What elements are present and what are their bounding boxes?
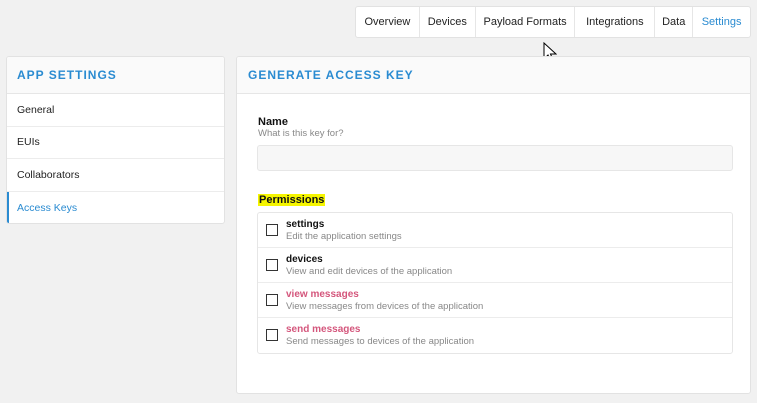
sidebar-item-general[interactable]: General <box>7 94 224 127</box>
tab-payload-formats[interactable]: Payload Formats <box>476 7 576 37</box>
tab-settings[interactable]: Settings <box>693 7 750 37</box>
tab-devices[interactable]: Devices <box>420 7 476 37</box>
permissions-heading: Permissions <box>258 194 326 206</box>
permission-description: View messages from devices of the applic… <box>286 301 484 312</box>
permission-send-messages[interactable]: send messages Send messages to devices o… <box>258 318 732 353</box>
permission-devices[interactable]: devices View and edit devices of the app… <box>258 248 732 283</box>
tab-integrations[interactable]: Integrations <box>575 7 656 37</box>
top-tabs: Overview Devices Payload Formats Integra… <box>355 6 751 38</box>
name-help-text: What is this key for? <box>258 128 344 139</box>
tab-overview[interactable]: Overview <box>356 7 420 37</box>
permission-send-messages-checkbox[interactable] <box>266 329 278 341</box>
permission-description: Edit the application settings <box>286 231 402 242</box>
permission-name: devices <box>286 254 323 265</box>
permission-name: send messages <box>286 324 361 335</box>
app-settings-sidebar: App Settings General EUIs Collaborators … <box>6 56 225 224</box>
sidebar-item-access-keys[interactable]: Access Keys <box>7 191 224 223</box>
permission-name: view messages <box>286 289 359 300</box>
permission-view-messages[interactable]: view messages View messages from devices… <box>258 283 732 318</box>
sidebar-title: App Settings <box>7 57 224 94</box>
panel-title: Generate Access Key <box>237 57 750 94</box>
name-input[interactable] <box>257 145 733 171</box>
permission-settings-checkbox[interactable] <box>266 224 278 236</box>
permission-name: settings <box>286 219 325 230</box>
generate-access-key-panel: Generate Access Key Name What is this ke… <box>236 56 751 394</box>
sidebar-item-euis[interactable]: EUIs <box>7 127 224 159</box>
name-label: Name <box>258 116 288 128</box>
sidebar-item-collaborators[interactable]: Collaborators <box>7 159 224 192</box>
permission-devices-checkbox[interactable] <box>266 259 278 271</box>
permission-view-messages-checkbox[interactable] <box>266 294 278 306</box>
permission-description: View and edit devices of the application <box>286 266 453 277</box>
permission-settings[interactable]: settings Edit the application settings <box>258 213 732 248</box>
permission-description: Send messages to devices of the applicat… <box>286 336 475 347</box>
permissions-list: settings Edit the application settings d… <box>257 212 733 354</box>
tab-data[interactable]: Data <box>655 7 694 37</box>
